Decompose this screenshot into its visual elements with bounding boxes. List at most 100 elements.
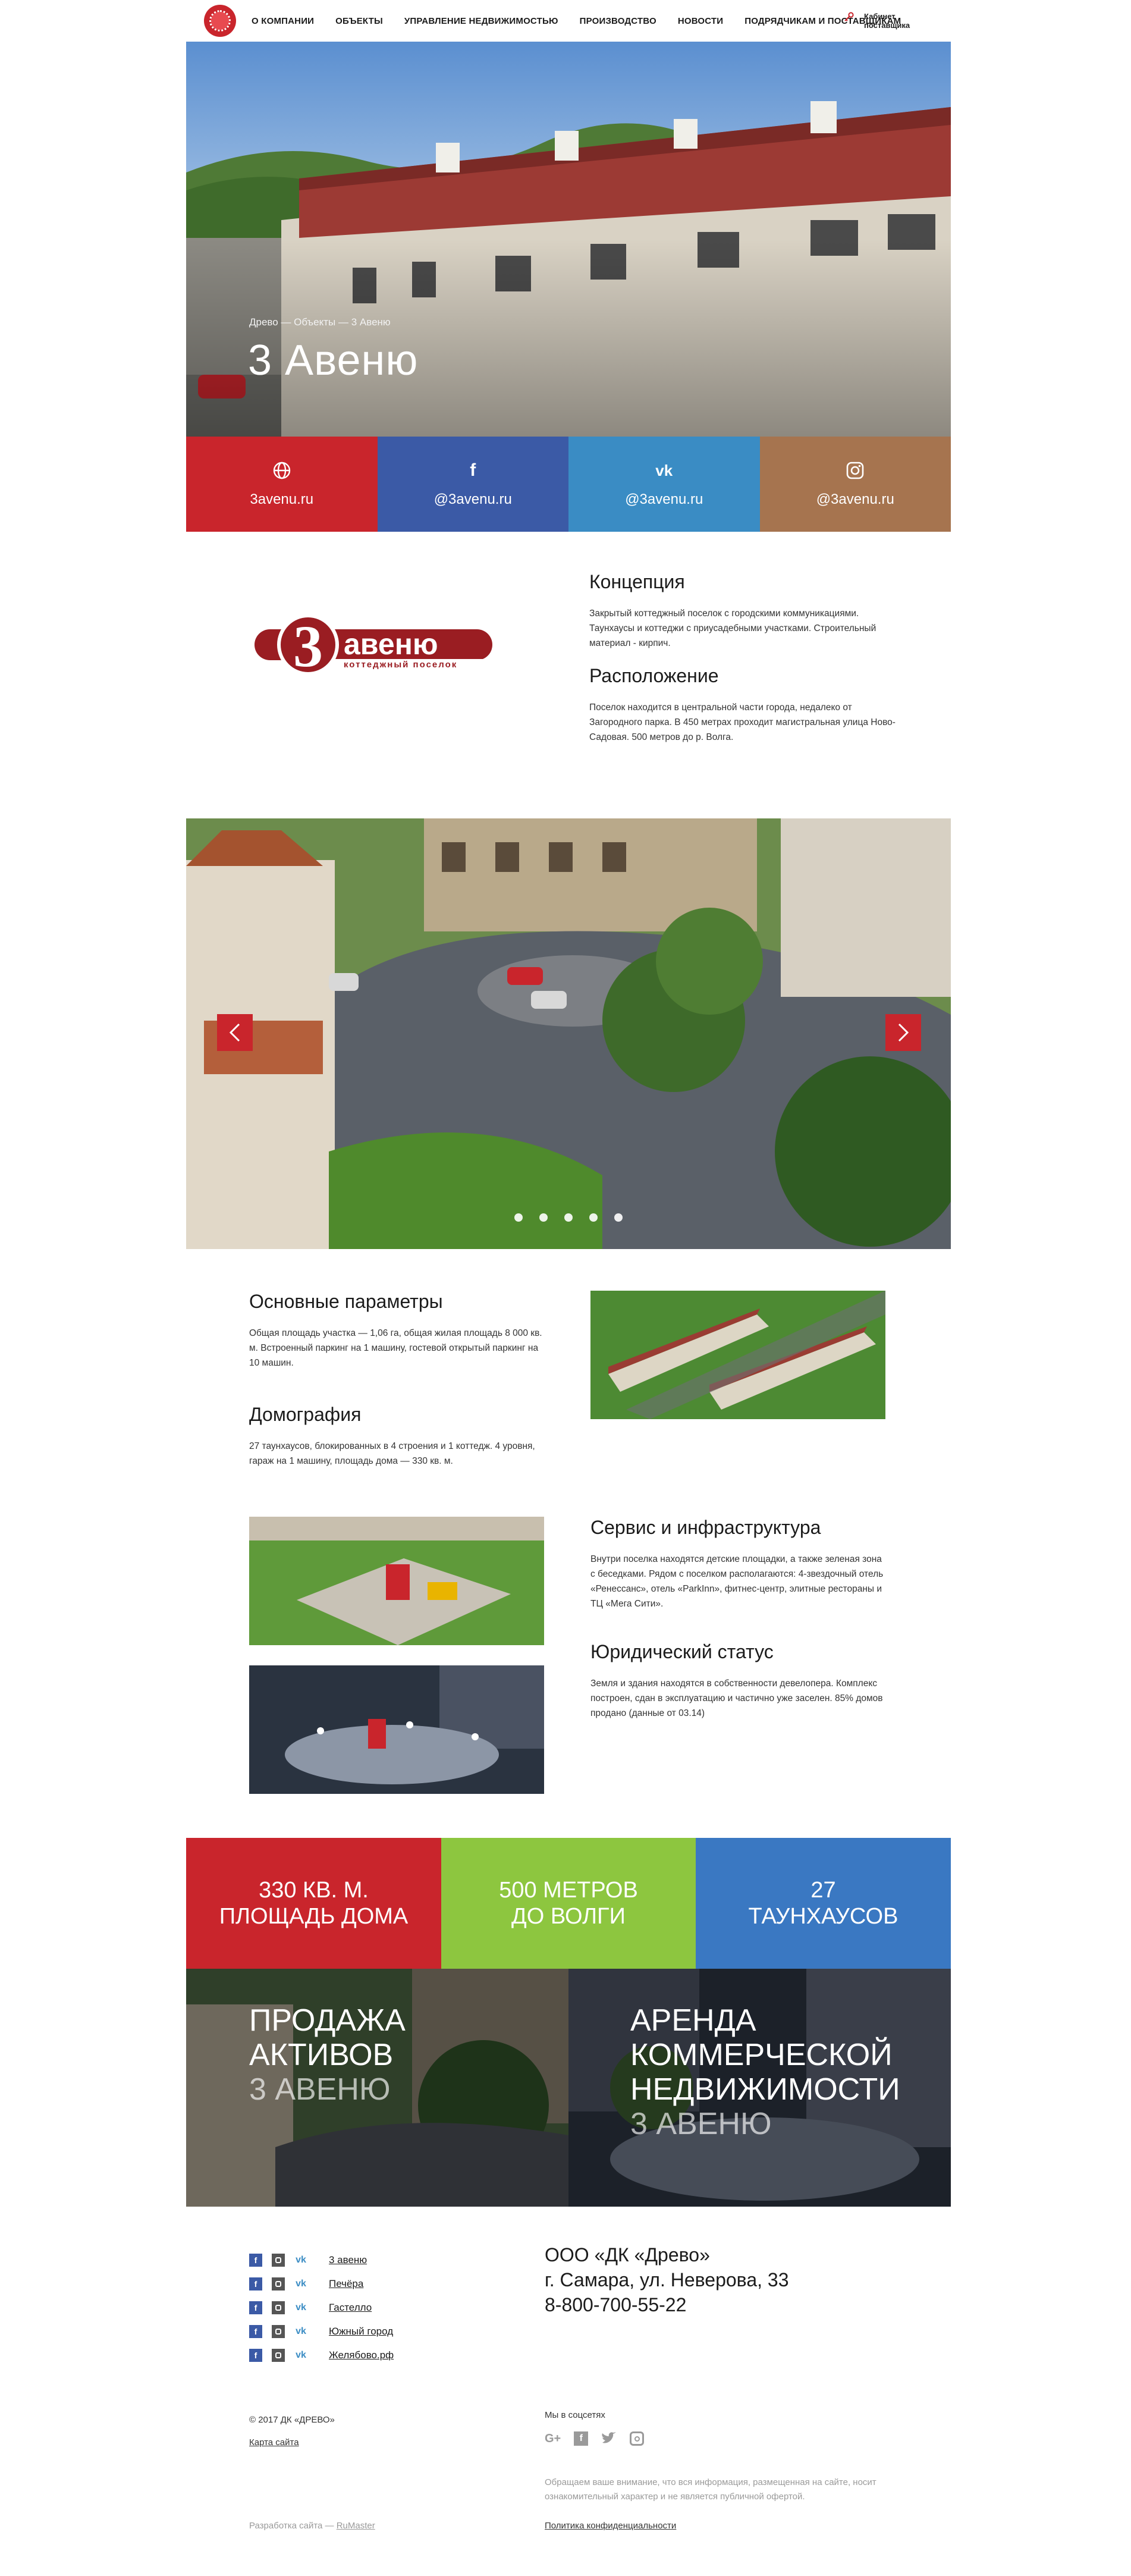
tile-facebook[interactable]: f @3avenu.ru — [377, 437, 568, 532]
chevron-right-icon — [898, 1023, 909, 1042]
params-text: Основные параметры Общая площадь участка… — [249, 1291, 546, 1502]
project-row: f vk Печёра — [249, 2272, 394, 2296]
legal-description: Земля и здания находятся в собственности… — [590, 1678, 883, 1718]
company-logo[interactable] — [204, 5, 236, 37]
instagram-icon[interactable] — [272, 2325, 285, 2338]
facebook-icon[interactable]: f — [249, 2277, 262, 2291]
instagram-icon[interactable] — [630, 2431, 645, 2446]
card-line: Аренда — [630, 2003, 756, 2038]
slider-dot[interactable] — [514, 1213, 523, 1222]
vk-icon[interactable]: vk — [294, 2254, 307, 2267]
params-title: Основные параметры — [249, 1291, 443, 1312]
instagram-icon[interactable] — [272, 2277, 285, 2291]
stat-value: 500 метров — [499, 1878, 638, 1903]
3avenue-logo-graphic: 3 авеню коттеджный поселок — [255, 613, 492, 679]
logo-digit: 3 — [293, 613, 323, 679]
instagram-icon[interactable] — [272, 2301, 285, 2314]
stat-townhouses: 27 таунхаусов — [696, 1838, 951, 1969]
social-tiles: 3avenu.ru f @3avenu.ru vk @3avenu.ru @3a… — [186, 437, 951, 532]
project-logo: 3 авеню коттеджный поселок — [255, 607, 504, 690]
project-link[interactable]: Печёра — [329, 2278, 363, 2290]
slider-dot[interactable] — [589, 1213, 598, 1222]
nav-item-objects[interactable]: Объекты — [335, 16, 383, 26]
nav-item-news[interactable]: Новости — [678, 16, 723, 26]
stat-value: 330 кв. м. — [259, 1878, 369, 1903]
projects-list: f vk 3 авеню f vk Печёра f vk Гастелло f… — [249, 2248, 394, 2367]
vk-icon[interactable]: vk — [294, 2301, 307, 2314]
stat-label: таунхаусов — [748, 1904, 898, 1929]
card-line: активов — [249, 2038, 394, 2072]
concept-title: Концепция — [589, 571, 685, 592]
facebook-icon[interactable]: f — [249, 2301, 262, 2314]
logo-tagline: коттеджный поселок — [344, 660, 457, 670]
stats-row: 330 кв. м. площадь дома 500 метров до Волг… — [186, 1838, 951, 1969]
company-address: г. Самара, ул. Неверова, 33 — [545, 2269, 789, 2291]
project-row: f vk 3 авеню — [249, 2248, 394, 2272]
slider-dots — [186, 1213, 951, 1222]
tile-website[interactable]: 3avenu.ru — [186, 437, 378, 532]
concept-description: Закрытый коттеджный поселок с городскими… — [589, 608, 876, 648]
project-link[interactable]: Гастелло — [329, 2302, 372, 2314]
concept-text: Концепция Закрытый коттеджный поселок с … — [589, 571, 898, 759]
chevron-left-icon — [229, 1023, 240, 1042]
project-link[interactable]: Желябово.рф — [329, 2349, 394, 2361]
instagram-icon — [846, 462, 864, 479]
night-courtyard-photo — [249, 1665, 544, 1794]
slider-prev-button[interactable] — [217, 1014, 253, 1051]
supplier-cabinet-link[interactable]: Кабинет поставщика — [844, 12, 929, 30]
nav-item-company[interactable]: О компании — [252, 16, 314, 26]
logo-name: авеню — [344, 627, 438, 661]
demography-description: 27 таунхаусов, блокированных в 4 строени… — [249, 1441, 535, 1466]
project-link[interactable]: 3 авеню — [329, 2254, 367, 2266]
card-line: недвижимости — [630, 2072, 900, 2107]
tile-instagram[interactable]: @3avenu.ru — [759, 437, 951, 532]
stat-label: площадь дома — [219, 1904, 409, 1929]
vk-icon[interactable]: vk — [294, 2349, 307, 2362]
facebook-icon[interactable]: f — [249, 2254, 262, 2267]
service-description: Внутри поселка находятся детские площадк… — [590, 1554, 884, 1609]
hero-banner: Древо — Объекты — 3 Авеню 3 Авеню — [186, 42, 951, 437]
slider-dot[interactable] — [539, 1213, 548, 1222]
facebook-icon[interactable]: f — [574, 2431, 589, 2446]
privacy-link[interactable]: Политика конфиденциальности — [545, 2521, 676, 2531]
promo-cards: Продажа активов 3 Авеню Аренда коммерчес… — [186, 1969, 951, 2207]
service-title: Сервис и инфраструктура — [590, 1517, 821, 1538]
card-subtitle: 3 Авеню — [249, 2072, 391, 2107]
slider-next-button[interactable] — [885, 1014, 921, 1051]
site-footer: f vk 3 авеню f vk Печёра f vk Гастелло f… — [186, 2242, 951, 2552]
project-row: f vk Гастелло — [249, 2296, 394, 2320]
instagram-icon[interactable] — [272, 2254, 285, 2267]
vk-icon[interactable]: vk — [294, 2277, 307, 2291]
stat-value: 27 — [810, 1878, 836, 1903]
cabinet-label: Кабинет поставщика — [864, 12, 910, 30]
nav-item-management[interactable]: Управление недвижимостью — [404, 16, 558, 26]
card-rent[interactable]: Аренда коммерческой недвижимости 3 Авеню — [568, 1969, 951, 2207]
breadcrumb[interactable]: Древо — Объекты — 3 Авеню — [249, 316, 391, 328]
service-section: Сервис и инфраструктура Внутри поселка н… — [186, 1517, 951, 1832]
twitter-icon[interactable] — [601, 2432, 617, 2445]
project-link[interactable]: Южный город — [329, 2326, 393, 2337]
sitemap-link[interactable]: Карта сайта — [249, 2437, 299, 2448]
instagram-icon[interactable] — [272, 2349, 285, 2362]
copyright: © 2017 ДК «ДРЕВО» — [249, 2415, 335, 2425]
slider-dot[interactable] — [614, 1213, 623, 1222]
card-line: коммерческой — [630, 2038, 893, 2072]
slider-dot[interactable] — [564, 1213, 573, 1222]
legal-title: Юридический статус — [590, 1641, 774, 1662]
main-nav: О компании Объекты Управление недвижимос… — [252, 16, 922, 26]
social-title: Мы в соцсетях — [545, 2410, 605, 2420]
google-plus-icon[interactable]: G+ — [545, 2432, 561, 2446]
card-sale[interactable]: Продажа активов 3 Авеню — [186, 1969, 568, 2207]
vk-icon[interactable]: vk — [294, 2325, 307, 2338]
concept-section: 3 авеню коттеджный поселок Концепция Зак… — [186, 559, 951, 797]
facebook-icon[interactable]: f — [249, 2325, 262, 2338]
stat-area: 330 кв. м. площадь дома — [186, 1838, 441, 1969]
nav-item-production[interactable]: Производство — [580, 16, 656, 26]
facebook-icon[interactable]: f — [249, 2349, 262, 2362]
company-phone[interactable]: 8-800-700-55-22 — [545, 2292, 788, 2317]
developer-link[interactable]: RuMaster — [337, 2521, 375, 2531]
site-header: О компании Объекты Управление недвижимос… — [186, 0, 951, 42]
location-description: Поселок находится в центральной части го… — [589, 702, 896, 742]
card-sale-text: Продажа активов 3 Авеню — [249, 2003, 406, 2107]
tile-vk[interactable]: vk @3avenu.ru — [568, 437, 760, 532]
